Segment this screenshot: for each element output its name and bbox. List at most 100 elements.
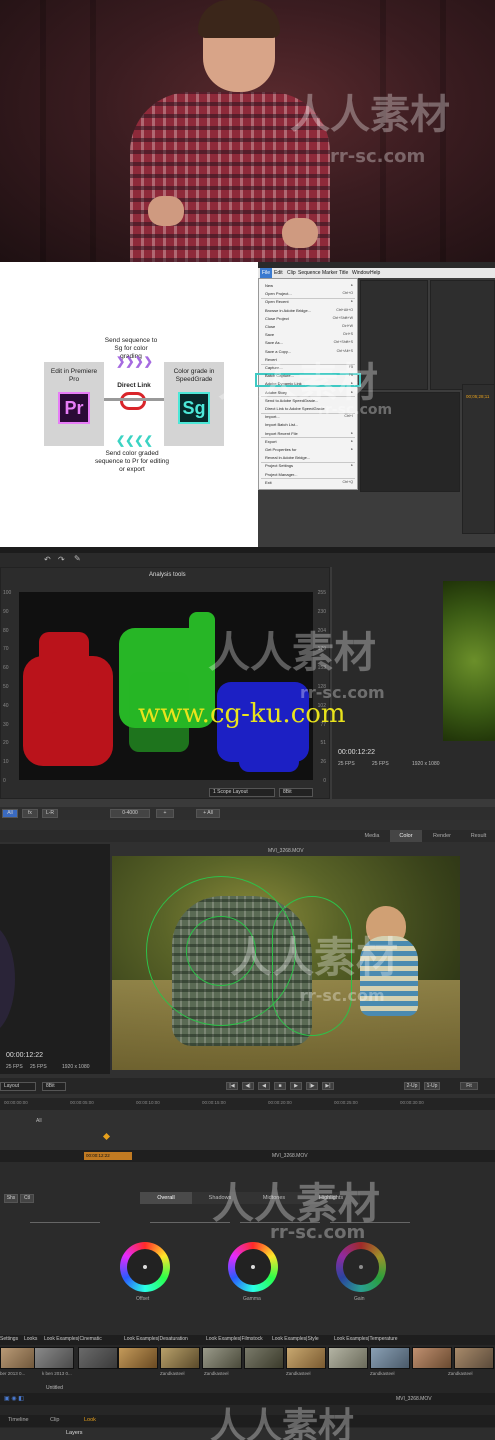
menu-title[interactable]: Title [339,268,348,278]
add-all-button[interactable]: + All [196,809,220,818]
file-menu-item[interactable]: Save As... [265,340,283,345]
menu-edit[interactable]: Edit [274,268,283,278]
wheel-handle[interactable] [251,1265,255,1269]
file-menu-item[interactable]: Open Recent [265,299,289,304]
offset-color-wheel[interactable] [120,1242,170,1292]
look-thumbnail[interactable] [118,1347,158,1369]
file-menu-item[interactable]: Close [265,324,275,329]
gain-color-wheel[interactable] [336,1242,386,1292]
menu-marker[interactable]: Marker [322,268,338,278]
file-menu-item[interactable]: Import Batch List... [265,422,298,427]
play-back-button[interactable]: ◀ [258,1082,270,1090]
tab-look[interactable]: Look [84,1417,96,1423]
axis-tick-left: 40 [3,702,9,709]
file-menu-item[interactable]: Save [265,332,274,337]
step-forward-button[interactable]: |▶ [306,1082,318,1090]
menu-sequence[interactable]: Sequence [298,268,321,278]
menu-file[interactable]: File [260,268,273,278]
ruler-label: 00:00:00:00 [4,1100,28,1105]
tab-look-desaturation[interactable]: Look Examples|Desaturation [124,1336,188,1342]
curtain-fold [90,0,96,262]
file-menu-item[interactable]: Import Recent File [265,431,298,436]
file-menu-item[interactable]: Export [265,439,277,444]
stop-button[interactable]: ■ [274,1082,286,1090]
slider-track[interactable] [30,1222,100,1223]
undo-icon[interactable]: ↶ [44,555,51,564]
go-start-button[interactable]: |◀ [226,1082,238,1090]
file-menu-item[interactable]: New [265,283,273,288]
wheel-handle[interactable] [143,1265,147,1269]
file-menu-item[interactable]: Browse in Adobe Bridge... [265,308,311,313]
step-back-button[interactable]: ◀| [242,1082,254,1090]
wrench-icon[interactable]: ✎ [74,554,81,563]
look-thumbnail[interactable] [34,1347,74,1369]
gamma-color-wheel[interactable] [228,1242,278,1292]
file-menu-item[interactable]: Project Settings [265,463,293,468]
tab-look-filmstock[interactable]: Look Examples|Filmstock [206,1336,263,1342]
tab-media[interactable]: Media [356,830,388,842]
look-thumbnail[interactable] [160,1347,200,1369]
tab-ctl[interactable]: Ctl [20,1194,34,1203]
add-button[interactable]: + [156,809,174,818]
wheel-handle[interactable] [359,1265,363,1269]
playhead-marker[interactable] [102,1132,111,1141]
scope-layout-select[interactable]: 1 Scope Layout [209,788,275,797]
menu-help[interactable]: Help [370,268,380,278]
program-panel [430,280,495,390]
file-menu-item[interactable]: Open Project... [265,291,292,296]
lr-button[interactable]: L-R [42,809,58,818]
tab-clip[interactable]: Clip [50,1417,59,1423]
bit-depth-select[interactable]: 8Bit [279,788,313,797]
tab-color[interactable]: Color [390,830,422,842]
play-button[interactable]: ▶ [290,1082,302,1090]
file-menu-item[interactable]: Import... [265,414,280,419]
watermark-chinese: 人人素材 [210,1406,355,1440]
tab-looks[interactable]: Looks [24,1336,37,1342]
file-menu-item[interactable]: Project Manager... [265,472,297,477]
tab-overall[interactable]: Overall [140,1192,192,1204]
range-button[interactable]: 0-4000 [110,809,150,818]
look-thumbnail[interactable] [328,1347,368,1369]
thumb-label: Zandkasteel [204,1371,229,1376]
tab-look-cinematic[interactable]: Look Examples|Cinematic [44,1336,102,1342]
look-thumbnail[interactable] [454,1347,494,1369]
tab-result[interactable]: Result [462,830,495,842]
layout-select[interactable]: Layout [0,1082,36,1091]
file-menu-item[interactable]: Close Project [265,316,289,321]
premiere-section: Send sequence to Sg for color grading ❯❯… [0,262,495,547]
look-thumbnail[interactable] [78,1347,118,1369]
view-2up-button[interactable]: 2-Up [404,1082,420,1090]
axis-tick-right: 26 [320,759,326,766]
file-menu-item[interactable]: Reveal in Adobe Bridge... [265,455,310,460]
look-thumbnail[interactable] [286,1347,326,1369]
look-thumbnail[interactable] [244,1347,284,1369]
all-button[interactable]: All [2,809,18,818]
axis-tick-left: 90 [3,608,9,615]
look-thumbnail[interactable] [412,1347,452,1369]
tab-timeline[interactable]: Timeline [8,1417,29,1423]
look-thumbnail[interactable] [370,1347,410,1369]
file-menu-item[interactable]: Get Properties for [265,447,297,452]
tab-settings[interactable]: Settings [0,1336,18,1342]
look-thumbnail[interactable] [202,1347,242,1369]
tab-render[interactable]: Render [424,830,460,842]
timeline-ruler[interactable]: 00:00:00:00 00:00:05:00 00:00:10:00 00:0… [0,1098,495,1110]
tab-look-temperature[interactable]: Look Examples|Temperature [334,1336,398,1342]
fx-button[interactable]: fx [22,809,38,818]
view-fit-button[interactable]: Fit [460,1082,478,1090]
analysis-tools-panel: Analysis tools 100 90 80 70 60 50 40 30 20 10 0 25… [0,567,330,799]
clip-timecode[interactable]: 00:00:12:22 [84,1152,132,1160]
tab-shs[interactable]: Shs [4,1194,18,1203]
go-end-button[interactable]: ▶| [322,1082,334,1090]
tab-look-style[interactable]: Look Examples|Style [272,1336,319,1342]
premiere-timecode: 00;05;28;11 [466,394,490,399]
track-icons[interactable]: ▣ ◉ ◧ [4,1395,24,1402]
file-menu-item[interactable]: Exit [265,480,272,485]
menu-window[interactable]: Window [352,268,370,278]
redo-icon[interactable]: ↷ [58,555,65,564]
timeline-all-label[interactable]: All [36,1118,42,1124]
view-1up-button[interactable]: 1-Up [424,1082,440,1090]
premiere-pro-icon: Pr [58,392,90,424]
bit-depth-select[interactable]: 8Bit [42,1082,66,1091]
menu-clip[interactable]: Clip [287,268,296,278]
